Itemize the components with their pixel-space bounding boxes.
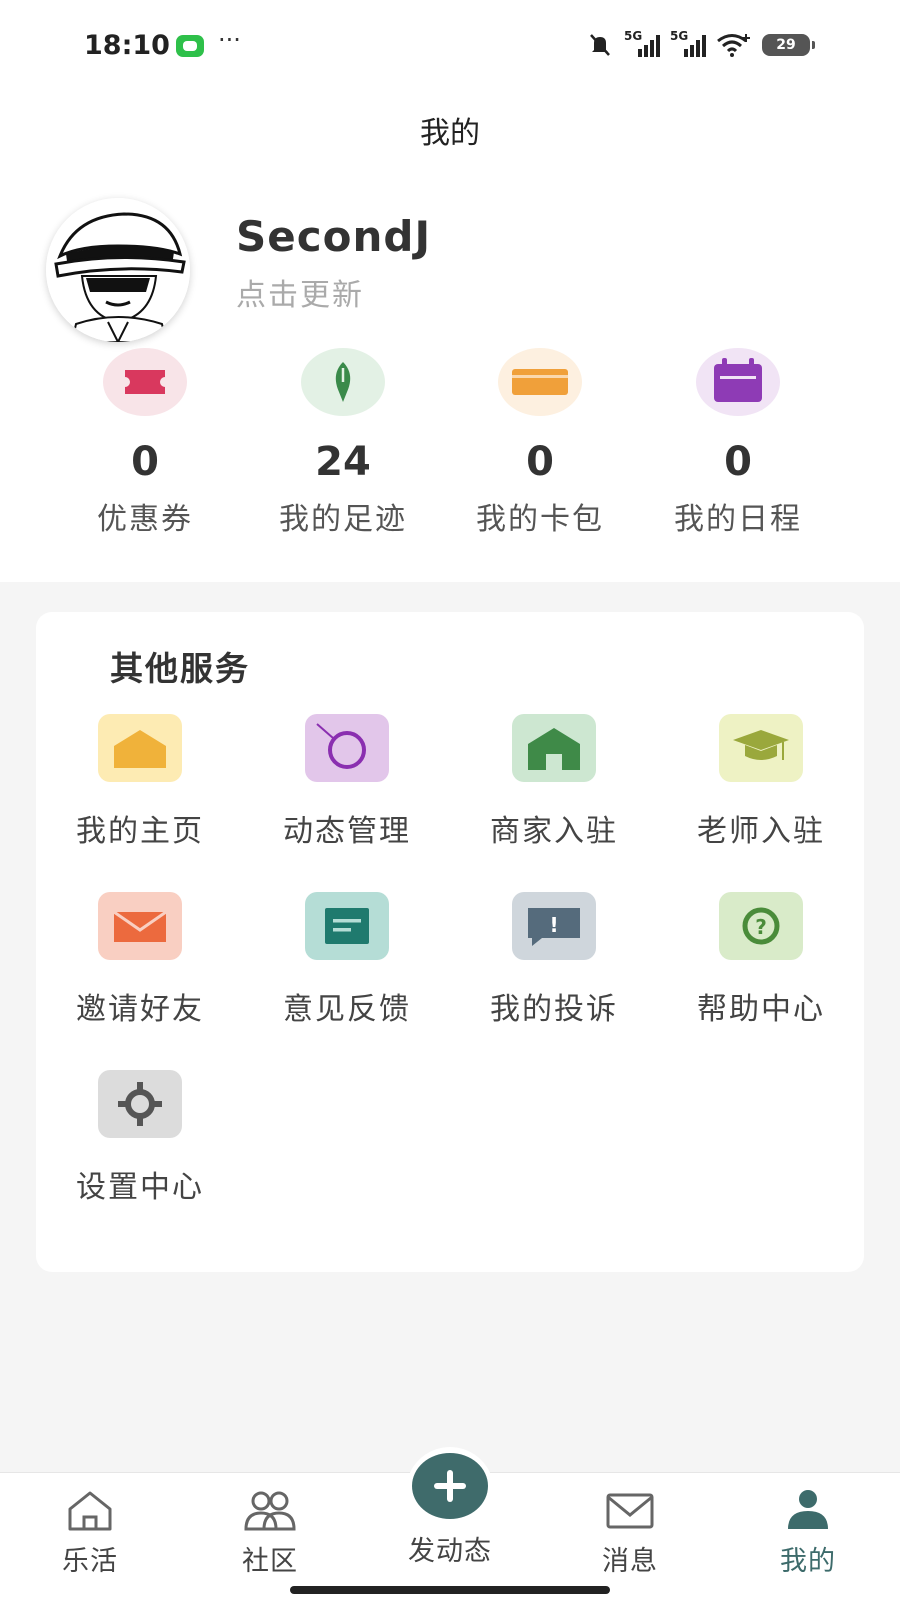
service-teacher-join[interactable]: 老师入驻 <box>657 714 865 850</box>
status-indicators: 5G 5G 29 <box>586 29 815 60</box>
service-my-complaints[interactable]: ! 我的投诉 <box>450 892 658 1028</box>
mute-icon <box>590 34 610 56</box>
sprout-icon <box>301 348 385 416</box>
help-glyph: ? <box>755 915 767 939</box>
mail-icon <box>98 892 182 960</box>
status-bar: 18:10 ··· 5G 5G 29 <box>0 0 900 90</box>
stat-label: 优惠券 <box>97 502 193 537</box>
note-icon <box>305 892 389 960</box>
stat-schedule[interactable]: 0 我的日程 <box>638 348 838 538</box>
bottom-tab-bar: 乐活 社区 发动态 消息 我的 <box>0 1447 900 1600</box>
more-notifications-icon: ··· <box>218 26 241 54</box>
tab-label: 社区 <box>242 1546 298 1577</box>
community-icon <box>244 1491 296 1531</box>
shop-icon <box>512 714 596 782</box>
battery-icon: 29 <box>762 34 815 56</box>
services-title: 其他服务 <box>110 649 250 688</box>
alert-glyph: ! <box>549 913 558 937</box>
service-label: 设置中心 <box>76 1170 204 1205</box>
service-label: 帮助中心 <box>697 992 825 1027</box>
house-icon <box>98 714 182 782</box>
other-services-card: 其他服务 我的主页 动态管理 商家入驻 老师入驻 邀请好友 意见反馈 ! 我的投… <box>36 612 864 1272</box>
update-profile-link[interactable]: 点击更新 <box>236 270 364 314</box>
tab-lehuo[interactable]: 乐活 <box>20 1487 160 1578</box>
stat-value: 24 <box>315 439 371 485</box>
stat-label: 我的日程 <box>674 502 802 537</box>
mortarboard-icon <box>719 714 803 782</box>
stat-coupons[interactable]: 0 优惠券 <box>45 348 245 538</box>
tab-label: 乐活 <box>62 1546 118 1577</box>
service-label: 动态管理 <box>283 814 411 849</box>
service-label: 老师入驻 <box>697 814 825 849</box>
stats-row: 0 优惠券 24 我的足迹 0 我的卡包 0 我的日程 <box>0 348 900 548</box>
person-icon <box>788 1490 828 1529</box>
service-post-management[interactable]: 动态管理 <box>243 714 451 850</box>
service-merchant-join[interactable]: 商家入驻 <box>450 714 658 850</box>
service-settings-center[interactable]: 设置中心 <box>36 1070 244 1206</box>
stat-value: 0 <box>526 439 554 485</box>
signal-2-icon: 5G <box>670 29 706 57</box>
plus-icon <box>434 1470 466 1502</box>
calendar-icon <box>696 348 780 416</box>
tab-community[interactable]: 社区 <box>200 1487 340 1578</box>
ring-icon <box>305 714 389 782</box>
service-feedback[interactable]: 意见反馈 <box>243 892 451 1028</box>
service-help-center[interactable]: ? 帮助中心 <box>657 892 865 1028</box>
header: 我的 <box>0 90 900 170</box>
profile-section: SecondJ 点击更新 0 优惠券 24 我的足迹 0 我的卡包 0 我的日程 <box>0 170 900 582</box>
service-label: 我的投诉 <box>490 992 618 1027</box>
post-button[interactable] <box>412 1453 488 1519</box>
stat-footprints[interactable]: 24 我的足迹 <box>243 348 443 538</box>
service-label: 商家入驻 <box>490 814 618 849</box>
ticket-icon <box>103 348 187 416</box>
tab-label: 我的 <box>780 1546 836 1577</box>
home-indicator[interactable] <box>290 1586 610 1594</box>
tab-label: 消息 <box>602 1546 658 1577</box>
stat-label: 我的卡包 <box>476 502 604 537</box>
message-notification-icon <box>176 35 204 57</box>
page-title: 我的 <box>420 116 480 151</box>
stat-value: 0 <box>131 439 159 485</box>
wifi-icon <box>717 34 750 57</box>
home-icon <box>68 1491 112 1531</box>
alert-chat-icon: ! <box>512 892 596 960</box>
stat-value: 0 <box>724 439 752 485</box>
stat-label: 我的足迹 <box>279 502 407 537</box>
service-label: 意见反馈 <box>283 992 411 1027</box>
service-label: 邀请好友 <box>76 992 204 1027</box>
avatar[interactable] <box>46 198 190 342</box>
service-my-homepage[interactable]: 我的主页 <box>36 714 244 850</box>
help-icon: ? <box>719 892 803 960</box>
post-button-label[interactable]: 发动态 <box>380 1529 520 1568</box>
service-label: 我的主页 <box>76 814 204 849</box>
post-fab-background <box>406 1447 494 1535</box>
avatar-image <box>46 198 190 342</box>
envelope-icon <box>606 1493 654 1529</box>
status-time: 18:10 <box>84 30 170 61</box>
username: SecondJ <box>236 212 432 261</box>
signal-1-icon: 5G <box>624 29 660 57</box>
service-invite-friends[interactable]: 邀请好友 <box>36 892 244 1028</box>
tab-messages[interactable]: 消息 <box>560 1487 700 1578</box>
stat-cards[interactable]: 0 我的卡包 <box>440 348 640 538</box>
tab-mine[interactable]: 我的 <box>738 1487 878 1578</box>
card-icon <box>498 348 582 416</box>
settings-icon <box>98 1070 182 1138</box>
